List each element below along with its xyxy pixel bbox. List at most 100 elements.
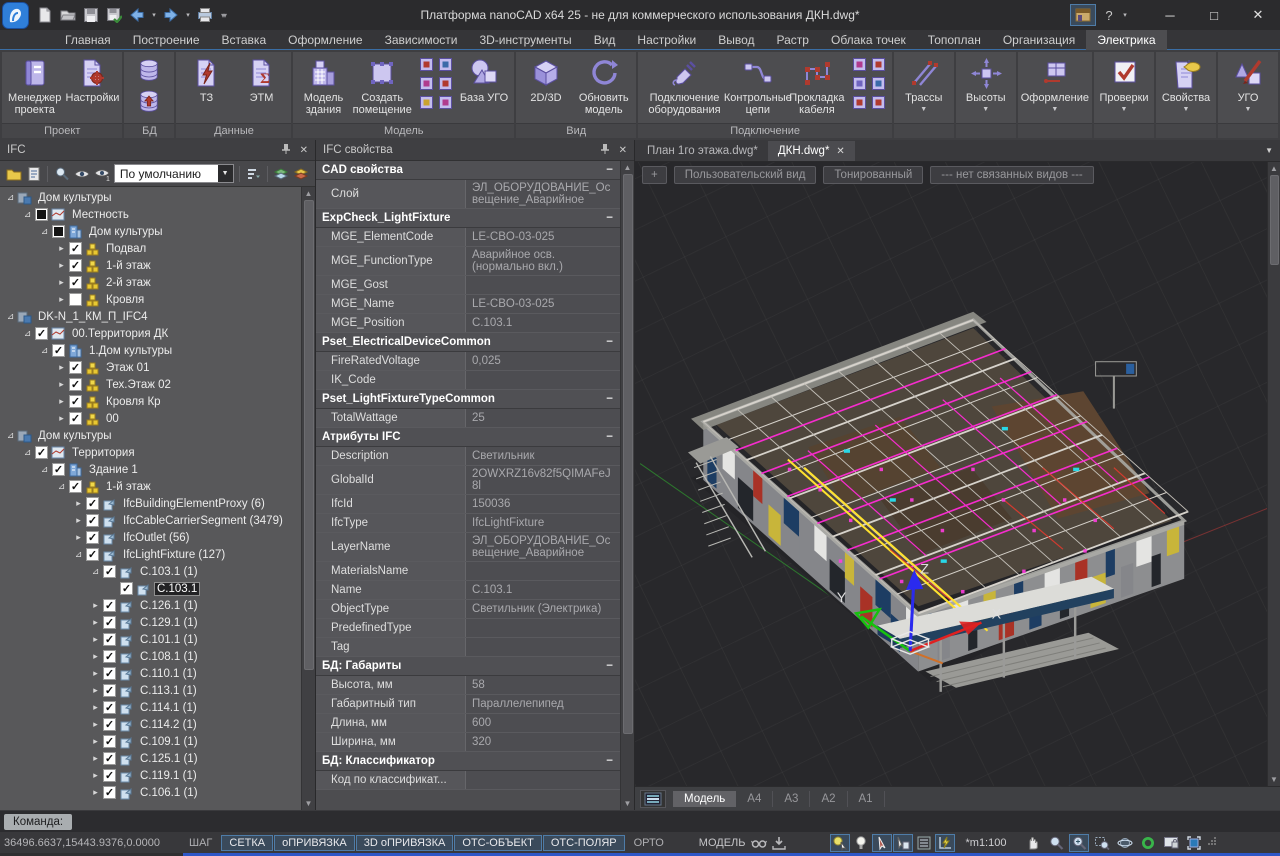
- zoom-plus-icon[interactable]: [1069, 834, 1089, 852]
- tree-item-label[interactable]: 2-й этаж: [104, 277, 153, 289]
- tree-checkbox[interactable]: ✓: [69, 276, 82, 289]
- toggle-ШАГ[interactable]: ШАГ: [181, 835, 220, 851]
- tree-row[interactable]: ▸Кровля: [0, 291, 301, 308]
- property-value[interactable]: LE-CBO-03-025: [466, 295, 620, 313]
- close-tab-icon[interactable]: ✕: [836, 146, 844, 157]
- property-value[interactable]: LE-CBO-03-025: [466, 228, 620, 246]
- property-value[interactable]: Светильник: [466, 447, 620, 465]
- etm-button[interactable]: ΣЭТМ: [234, 54, 288, 104]
- expander-icon[interactable]: ⊿: [38, 345, 51, 356]
- tree-item-label[interactable]: 1-й этаж: [104, 260, 153, 272]
- ribbon-tab-Вид[interactable]: Вид: [583, 30, 627, 49]
- close-button[interactable]: ✕: [1236, 0, 1280, 30]
- folder-icon[interactable]: [5, 164, 22, 184]
- sm-group-icon[interactable]: [851, 75, 868, 92]
- tree-row[interactable]: ▸✓C.101.1 (1): [0, 631, 301, 648]
- layout-tab-Модель[interactable]: Модель: [673, 791, 736, 807]
- tree-item-label[interactable]: C.125.1 (1): [138, 753, 200, 765]
- expander-icon[interactable]: ▸: [55, 413, 68, 424]
- toggle-3D оПРИВЯЗКА[interactable]: 3D оПРИВЯЗКА: [356, 835, 454, 851]
- tree-row[interactable]: ▸✓C.126.1 (1): [0, 597, 301, 614]
- tree-checkbox[interactable]: ✓: [103, 565, 116, 578]
- collapse-icon[interactable]: −: [606, 431, 613, 443]
- property-value[interactable]: [466, 562, 620, 580]
- lens-icon[interactable]: [53, 164, 70, 184]
- expander-icon[interactable]: ▸: [55, 277, 68, 288]
- toolbar-customize-icon[interactable]: ▾▾: [216, 4, 230, 26]
- resize-grip[interactable]: [1207, 836, 1217, 849]
- property-section-header[interactable]: Pset_ElectricalDeviceCommon−: [316, 333, 620, 352]
- property-value[interactable]: 320: [466, 733, 620, 751]
- layout-tab-A3[interactable]: A3: [773, 791, 810, 807]
- layout-tab-A2[interactable]: A2: [810, 791, 847, 807]
- property-value[interactable]: 2OWXRZ16v82f5QIMAFeJ8l: [466, 466, 620, 494]
- tree-checkbox[interactable]: ✓: [120, 582, 133, 595]
- tree-checkbox[interactable]: ✓: [69, 242, 82, 255]
- close-panel-icon[interactable]: ✕: [619, 145, 627, 156]
- tree-item-label[interactable]: Местность: [70, 209, 131, 221]
- ribbon-tab-Построение[interactable]: Построение: [122, 30, 211, 49]
- tree-item-label[interactable]: DK-N_1_КМ_П_IFC4: [36, 311, 150, 323]
- ribbon-tab-Вывод[interactable]: Вывод: [707, 30, 765, 49]
- expander-icon[interactable]: ⊿: [4, 430, 17, 441]
- property-section-header[interactable]: ExpCheck_LightFixture−: [316, 209, 620, 228]
- property-value[interactable]: 58: [466, 676, 620, 694]
- tree-checkbox[interactable]: ✓: [103, 616, 116, 629]
- expander-icon[interactable]: ▸: [89, 753, 102, 764]
- tree-row[interactable]: ▸✓Подвал: [0, 240, 301, 257]
- canvas-scrollbar[interactable]: ▲ ▼: [1267, 162, 1280, 786]
- orbit-icon[interactable]: [1115, 834, 1135, 852]
- tree-row[interactable]: ▸✓C.110.1 (1): [0, 665, 301, 682]
- tree-row[interactable]: ▸✓Кровля Кр: [0, 393, 301, 410]
- tree-item-label[interactable]: IfcLightFixture (127): [121, 549, 227, 561]
- dropdown-arrow-icon[interactable]: ▾: [183, 11, 193, 19]
- property-section-header[interactable]: Атрибуты IFC−: [316, 428, 620, 447]
- tree-item-label[interactable]: C.119.1 (1): [138, 770, 199, 782]
- tree-row[interactable]: ⊿✓1-й этаж: [0, 478, 301, 495]
- ugo-edit-button[interactable]: УГО▼: [1221, 54, 1275, 113]
- tree-checkbox[interactable]: ✓: [86, 514, 99, 527]
- collapse-icon[interactable]: −: [606, 164, 613, 176]
- pin-icon[interactable]: [600, 143, 610, 158]
- tree-checkbox[interactable]: ✓: [52, 463, 65, 476]
- tree-item-label[interactable]: 1-й этаж: [104, 481, 153, 493]
- tree-checkbox[interactable]: ✓: [103, 633, 116, 646]
- tree-item-label[interactable]: 1.Дом культуры: [87, 345, 174, 357]
- tree-checkbox[interactable]: ✓: [103, 735, 116, 748]
- tree-row[interactable]: ⊿ Местность: [0, 206, 301, 223]
- property-value[interactable]: 0,025: [466, 352, 620, 370]
- zoom-lens-icon[interactable]: [1046, 834, 1066, 852]
- preset-select[interactable]: По умолчанию▼: [114, 164, 234, 183]
- property-value[interactable]: C.103.1: [466, 314, 620, 332]
- tree-item-label[interactable]: Этаж 01: [104, 362, 151, 374]
- expander-icon[interactable]: ▸: [89, 787, 102, 798]
- property-value[interactable]: ЭЛ_ОБОРУДОВАНИЕ_Освещение_Аварийное: [466, 533, 620, 561]
- ribbon-tab-Растр[interactable]: Растр: [766, 30, 820, 49]
- layers-b-icon[interactable]: [293, 164, 310, 184]
- 2d3d-button[interactable]: 2D/3D: [519, 54, 573, 104]
- sm-socket-icon[interactable]: [870, 94, 887, 111]
- tree-row[interactable]: ▸✓C.125.1 (1): [0, 750, 301, 767]
- tree-item-label[interactable]: C.103.1: [155, 583, 199, 595]
- tree-item-label[interactable]: C.101.1 (1): [138, 634, 200, 646]
- expander-icon[interactable]: ⊿: [21, 209, 34, 220]
- building-model-button[interactable]: Модель здания: [296, 54, 350, 116]
- property-value[interactable]: [466, 276, 620, 294]
- tree-checkbox[interactable]: ✓: [103, 718, 116, 731]
- expander-icon[interactable]: ▸: [89, 719, 102, 730]
- tree-checkbox[interactable]: ✓: [69, 395, 82, 408]
- property-section-header[interactable]: БД: Габариты−: [316, 657, 620, 676]
- interface-mode-icon[interactable]: [1070, 4, 1096, 26]
- tree-checkbox[interactable]: ✓: [86, 531, 99, 544]
- expander-icon[interactable]: ⊿: [55, 481, 68, 492]
- tree-row[interactable]: ⊿DK-N_1_КМ_П_IFC4: [0, 308, 301, 325]
- select-arrow-icon[interactable]: ▼: [218, 165, 233, 182]
- property-value[interactable]: [466, 619, 620, 637]
- tree-checkbox[interactable]: ✓: [69, 378, 82, 391]
- bulb-icon[interactable]: [851, 834, 871, 852]
- property-value[interactable]: Параллелепипед: [466, 695, 620, 713]
- sm-section-icon[interactable]: [437, 75, 454, 92]
- tree-row[interactable]: ⊿✓Здание 1: [0, 461, 301, 478]
- tree-row[interactable]: ▸✓Этаж 01: [0, 359, 301, 376]
- tree-item-label[interactable]: IfcOutlet (56): [121, 532, 191, 544]
